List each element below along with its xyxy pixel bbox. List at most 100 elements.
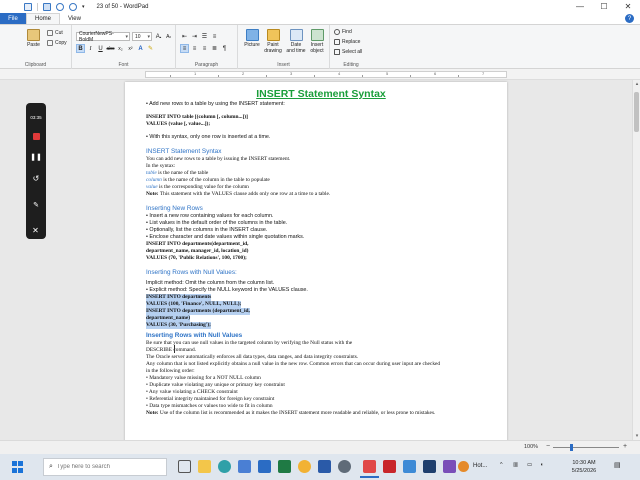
find-button[interactable]: Find (334, 29, 352, 35)
ruler[interactable]: 1 2 3 4 5 6 7 (145, 71, 507, 78)
word-icon[interactable] (318, 460, 331, 473)
superscript-button[interactable]: x² (126, 44, 135, 53)
scrollbar-thumb[interactable] (634, 92, 639, 132)
document-page[interactable]: INSERT Statement Syntax • Add new rows t… (125, 82, 507, 440)
insert-object-button[interactable]: Insert object (307, 29, 327, 54)
minimize-button[interactable]: — (568, 0, 592, 13)
taskbar-search[interactable]: ⌕ (43, 458, 167, 476)
restart-button[interactable]: ↺ (30, 172, 42, 184)
save-icon[interactable] (43, 2, 51, 11)
highlight-color-icon[interactable]: ✎ (146, 44, 155, 53)
excel-icon[interactable] (278, 460, 291, 473)
grow-font-icon[interactable]: A ▴ (154, 32, 163, 41)
clipboard-group-label: Clipboard (24, 62, 47, 68)
tab-home[interactable]: Home (26, 13, 61, 24)
settings-icon[interactable] (338, 460, 351, 473)
increase-indent-icon[interactable]: ⇥ (190, 32, 199, 41)
picture-button[interactable]: Picture (242, 29, 262, 48)
document-content[interactable]: INSERT Statement Syntax • Add new rows t… (146, 87, 491, 417)
scroll-down-icon[interactable]: ▾ (633, 432, 640, 440)
shrink-font-icon[interactable]: A ▾ (164, 32, 173, 41)
weather-icon[interactable] (458, 461, 469, 472)
ruler-number: 4 (338, 71, 341, 76)
bullet-list-icon[interactable]: ☰ (200, 32, 209, 41)
recorder-icon[interactable] (423, 460, 436, 473)
task-view-icon[interactable] (178, 460, 191, 473)
close-button[interactable]: ✕ (616, 0, 640, 13)
zoom-slider-thumb[interactable] (570, 444, 573, 451)
selected-text: VALUES (30, 'Purchasing'); (146, 322, 211, 329)
taskbar-clock[interactable]: 10:30 AM 5/25/2026 (564, 459, 604, 475)
editing-group-label: Editing (343, 62, 359, 68)
weather-label[interactable]: Hot... (473, 463, 487, 469)
restart-icon: ↺ (32, 173, 40, 183)
customize-qa-icon[interactable]: ▾ (82, 4, 85, 10)
battery-icon[interactable]: ▭ (527, 462, 532, 468)
font-family-select[interactable]: CourierNewPS-BoldM ▾ (76, 30, 130, 43)
tray-chevron-icon[interactable]: ^ (500, 462, 503, 468)
decrease-indent-icon[interactable]: ⇤ (180, 32, 189, 41)
help-icon[interactable]: ? (625, 14, 634, 23)
subscript-button[interactable]: x₂ (116, 44, 125, 53)
windows-start-icon[interactable] (12, 461, 24, 473)
ms-store-icon[interactable] (238, 460, 251, 473)
bold-button[interactable]: B (76, 44, 85, 53)
selected-line[interactable]: VALUES (30, 'Purchasing'); (146, 322, 491, 329)
notifications-icon[interactable]: ▤ (614, 461, 621, 469)
zoom-slider[interactable] (553, 447, 619, 448)
copy-button[interactable]: Copy (47, 40, 67, 46)
mail-icon[interactable] (258, 460, 271, 473)
scroll-up-icon[interactable]: ▴ (633, 80, 640, 88)
acrobat-icon[interactable] (383, 460, 396, 473)
strikethrough-button[interactable]: abc (106, 44, 115, 53)
doc-line: You can add new rows to a table by issui… (146, 156, 291, 162)
undo-icon[interactable] (56, 2, 64, 11)
teams-icon[interactable] (443, 460, 456, 473)
tab-view[interactable]: View (60, 13, 89, 24)
replace-button[interactable]: Replace (334, 39, 360, 45)
copy-label: Copy (55, 40, 67, 46)
doc-line: • With this syntax, only one row is inse… (146, 134, 271, 140)
tab-file[interactable]: File (0, 13, 26, 24)
volume-icon[interactable]: ◖ (540, 462, 543, 468)
italic-button[interactable]: I (86, 44, 95, 53)
underline-button[interactable]: U (96, 44, 105, 53)
ruler-number: 3 (290, 71, 293, 76)
document-area[interactable]: INSERT Statement Syntax • Add new rows t… (0, 80, 632, 440)
font-size-select[interactable]: 10 ▾ (132, 32, 152, 41)
close-recorder-button[interactable]: ✕ (27, 222, 44, 239)
selected-line[interactable]: INSERT INTO departments (146, 294, 491, 301)
paint-drawing-button[interactable]: Paint drawing (262, 29, 284, 54)
network-icon[interactable]: ▥ (513, 462, 518, 468)
align-center-icon[interactable]: ≡ (190, 44, 199, 53)
find-icon (334, 29, 340, 35)
vertical-scrollbar[interactable]: ▴ ▾ (632, 80, 640, 440)
chrome-icon[interactable] (298, 460, 311, 473)
notepad-icon[interactable] (403, 460, 416, 473)
selected-line[interactable]: department_name) (146, 315, 491, 322)
select-all-button[interactable]: Select all (334, 49, 362, 55)
paste-button[interactable]: Paste (27, 29, 40, 48)
file-explorer-icon[interactable] (198, 460, 211, 473)
justify-icon[interactable]: ≣ (210, 44, 219, 53)
date-time-button[interactable]: Date and time (285, 29, 307, 54)
selected-line[interactable]: INSERT INTO departments (department_id, (146, 308, 491, 315)
line-spacing-icon[interactable]: ≡ (210, 32, 219, 41)
cut-button[interactable]: Cut (47, 30, 63, 36)
align-left-icon[interactable]: ≡ (180, 44, 189, 53)
zoom-in-button[interactable]: + (621, 443, 629, 451)
zoom-out-button[interactable]: − (544, 443, 552, 451)
pause-button[interactable]: ❚❚ (30, 151, 42, 163)
redo-icon[interactable] (69, 2, 77, 11)
edge-icon[interactable] (218, 460, 231, 473)
selected-line[interactable]: VALUES (100, 'Finance', NULL, NULL); (146, 301, 491, 308)
font-family-value: CourierNewPS-BoldM (79, 30, 114, 43)
stop-recording-button[interactable] (30, 130, 42, 142)
wordpad-taskbar-icon[interactable] (363, 460, 376, 473)
maximize-button[interactable]: ☐ (592, 0, 616, 13)
search-input[interactable] (56, 464, 157, 470)
align-right-icon[interactable]: ≡ (200, 44, 209, 53)
annotate-button[interactable]: ✎ (30, 199, 42, 211)
text-color-icon[interactable]: A (136, 44, 145, 53)
paragraph-dialog-icon[interactable]: ¶ (220, 44, 229, 53)
